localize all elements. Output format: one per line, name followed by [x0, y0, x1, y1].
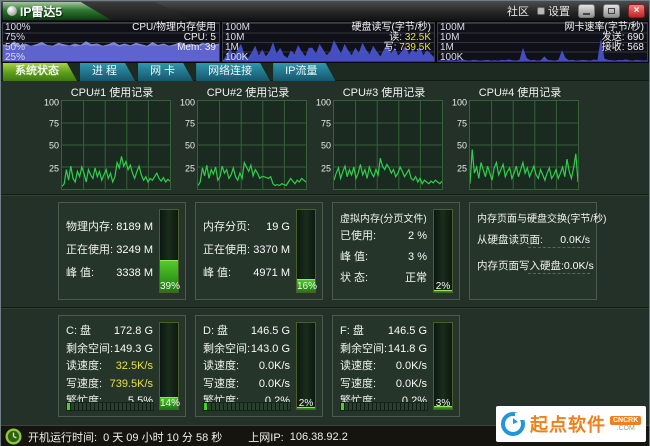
system-status-panel: CPU#1 使用记录 10075 5025 CPU#2 使用记录 10075 5…	[1, 81, 649, 425]
physical-memory-bar: 39%	[159, 209, 179, 293]
disk-io-axis-labels: 100M 10M 1M 100K	[225, 23, 250, 63]
close-icon: ×	[634, 6, 640, 16]
cpu2-y-axis: 10075 5025	[179, 100, 197, 190]
cpu-memory-graph: 100% 75% 50% 25% CPU/物理内存使用 CPU: 5 Mem: …	[2, 22, 220, 62]
cpu-memory-axis-labels: 100% 75% 50% 25%	[5, 23, 31, 63]
disk-f-panel: F: 盘146.5 G 剩余空间:141.8 G 读速度:0.0K/s 写速度:…	[332, 315, 460, 417]
page-swap-header: 内存页面与硬盘交换(字节/秒)	[470, 203, 596, 225]
tab-network-card[interactable]: 网 卡	[138, 63, 193, 81]
disk-d-panel: D: 盘146.5 G 剩余空间:143.0 G 读速度:0.0K/s 写速度:…	[195, 315, 323, 417]
virtual-memory-panel: 虚拟内存(分页文件) 已使用:2 % 峰 值:3 % 状 态:正常 2%	[332, 202, 460, 300]
disk-io-readout: 硬盘读写(字节/秒) 读: 32.5K 写: 739.5K	[352, 23, 431, 53]
cpu3-history: CPU#3 使用记录 10075 5025	[315, 86, 443, 190]
cpu2-history: CPU#2 使用记录 10075 5025	[179, 86, 307, 190]
cpu3-history-chart	[333, 100, 443, 190]
app-window: IP雷达5 社区 设置 × 100% 75% 50% 25% CPU/物理内存使…	[0, 0, 650, 446]
titlebar: IP雷达5 社区 设置 ×	[1, 1, 649, 21]
cpu-memory-readout: CPU/物理内存使用 CPU: 5 Mem: 39	[132, 23, 216, 53]
disk-f-activity-meter	[340, 402, 428, 411]
cpu2-history-chart	[197, 100, 307, 190]
disk-d-activity-meter	[203, 402, 291, 411]
tab-processes[interactable]: 进 程	[80, 63, 135, 81]
cpu1-history: CPU#1 使用记录 10075 5025	[43, 86, 171, 190]
disk-panel-row: C: 盘172.8 G 剩余空间:149.3 G 读速度:32.5K/s 写速度…	[58, 315, 649, 417]
disk-c-usage-bar: 14%	[159, 322, 179, 410]
memory-paging-panel: 内存分页:19 G 正在使用:3370 M 峰 值:4971 M 16%	[195, 202, 323, 300]
cpu1-y-axis: 10075 5025	[43, 100, 61, 190]
uptime-label: 开机运行时间:	[28, 429, 97, 445]
cpu4-history-chart	[469, 100, 579, 190]
memory-paging-bar: 16%	[296, 209, 316, 293]
tab-ip-traffic[interactable]: IP流量	[273, 63, 335, 81]
settings-button[interactable]: 设置	[537, 3, 570, 19]
disk-f-usage-bar: 3%	[433, 322, 453, 410]
ip-value: 106.38.92.2	[290, 431, 348, 443]
uptime-clock-icon	[5, 428, 22, 445]
memory-panel-row: 物理内存:8189 M 正在使用:3249 M 峰 值:3338 M 39% 内…	[58, 202, 649, 300]
divider	[1, 194, 649, 196]
cpu-history-row: CPU#1 使用记录 10075 5025 CPU#2 使用记录 10075 5…	[43, 86, 649, 190]
cpu3-chart-title: CPU#3 使用记录	[325, 86, 443, 100]
network-rate-axis-labels: 100M 10M 1M 100K	[440, 23, 465, 63]
top-graphs-strip: 100% 75% 50% 25% CPU/物理内存使用 CPU: 5 Mem: …	[1, 21, 649, 63]
watermark-brand: 起点软件	[530, 411, 606, 437]
mem-value: Mem: 39	[132, 43, 216, 53]
virtual-memory-bar: 2%	[433, 209, 453, 293]
community-button[interactable]: 社区	[507, 3, 529, 19]
page-swap-panel: 内存页面与硬盘交换(字节/秒) 从硬盘读页面:0.0K/s 内存页面写入硬盘:0…	[469, 202, 597, 300]
maximize-icon	[608, 8, 615, 14]
window-title: IP雷达5	[20, 3, 62, 20]
minimize-button[interactable]	[578, 4, 595, 18]
watermark-badge: CNCRK .COM	[610, 416, 641, 432]
tab-system-status[interactable]: 系统状态	[3, 63, 77, 81]
ip-label: 上网IP:	[248, 429, 283, 445]
network-recv-value: 接收: 568	[565, 43, 644, 53]
network-rate-graph: 100M 10M 1M 100K 网卡速率(字节/秒) 发送: 690 接收: …	[437, 22, 648, 62]
minimize-icon	[583, 13, 590, 15]
tabbar: 系统状态 进 程 网 卡 网络连接 IP流量	[1, 63, 649, 81]
settings-icon	[537, 7, 545, 15]
cpu2-chart-title: CPU#2 使用记录	[189, 86, 307, 100]
close-button[interactable]: ×	[628, 4, 645, 18]
network-rate-readout: 网卡速率(字节/秒) 发送: 690 接收: 568	[565, 23, 644, 53]
app-icon	[7, 6, 17, 16]
qidian-logo-icon	[500, 411, 526, 437]
cpu1-chart-title: CPU#1 使用记录	[53, 86, 171, 100]
cpu4-history: CPU#4 使用记录 10075 5025	[451, 86, 579, 190]
cpu4-y-axis: 10075 5025	[451, 100, 469, 190]
tab-network-connections[interactable]: 网络连接	[196, 63, 270, 81]
disk-io-graph: 100M 10M 1M 100K 硬盘读写(字节/秒) 读: 32.5K 写: …	[222, 22, 435, 62]
maximize-button[interactable]	[603, 4, 620, 18]
disk-c-panel: C: 盘172.8 G 剩余空间:149.3 G 读速度:32.5K/s 写速度…	[58, 315, 186, 417]
physical-memory-panel: 物理内存:8189 M 正在使用:3249 M 峰 值:3338 M 39%	[58, 202, 186, 300]
cpu3-y-axis: 10075 5025	[315, 100, 333, 190]
divider	[1, 307, 649, 309]
qidian-watermark[interactable]: 起点软件 CNCRK .COM	[496, 406, 646, 442]
uptime-value: 0 天 09 小时 10 分 58 秒	[103, 429, 222, 445]
cpu4-chart-title: CPU#4 使用记录	[461, 86, 579, 100]
disk-d-usage-bar: 2%	[296, 322, 316, 410]
cpu1-history-chart	[61, 100, 171, 190]
disk-c-activity-meter	[66, 402, 154, 411]
disk-write-value: 写: 739.5K	[352, 43, 431, 53]
